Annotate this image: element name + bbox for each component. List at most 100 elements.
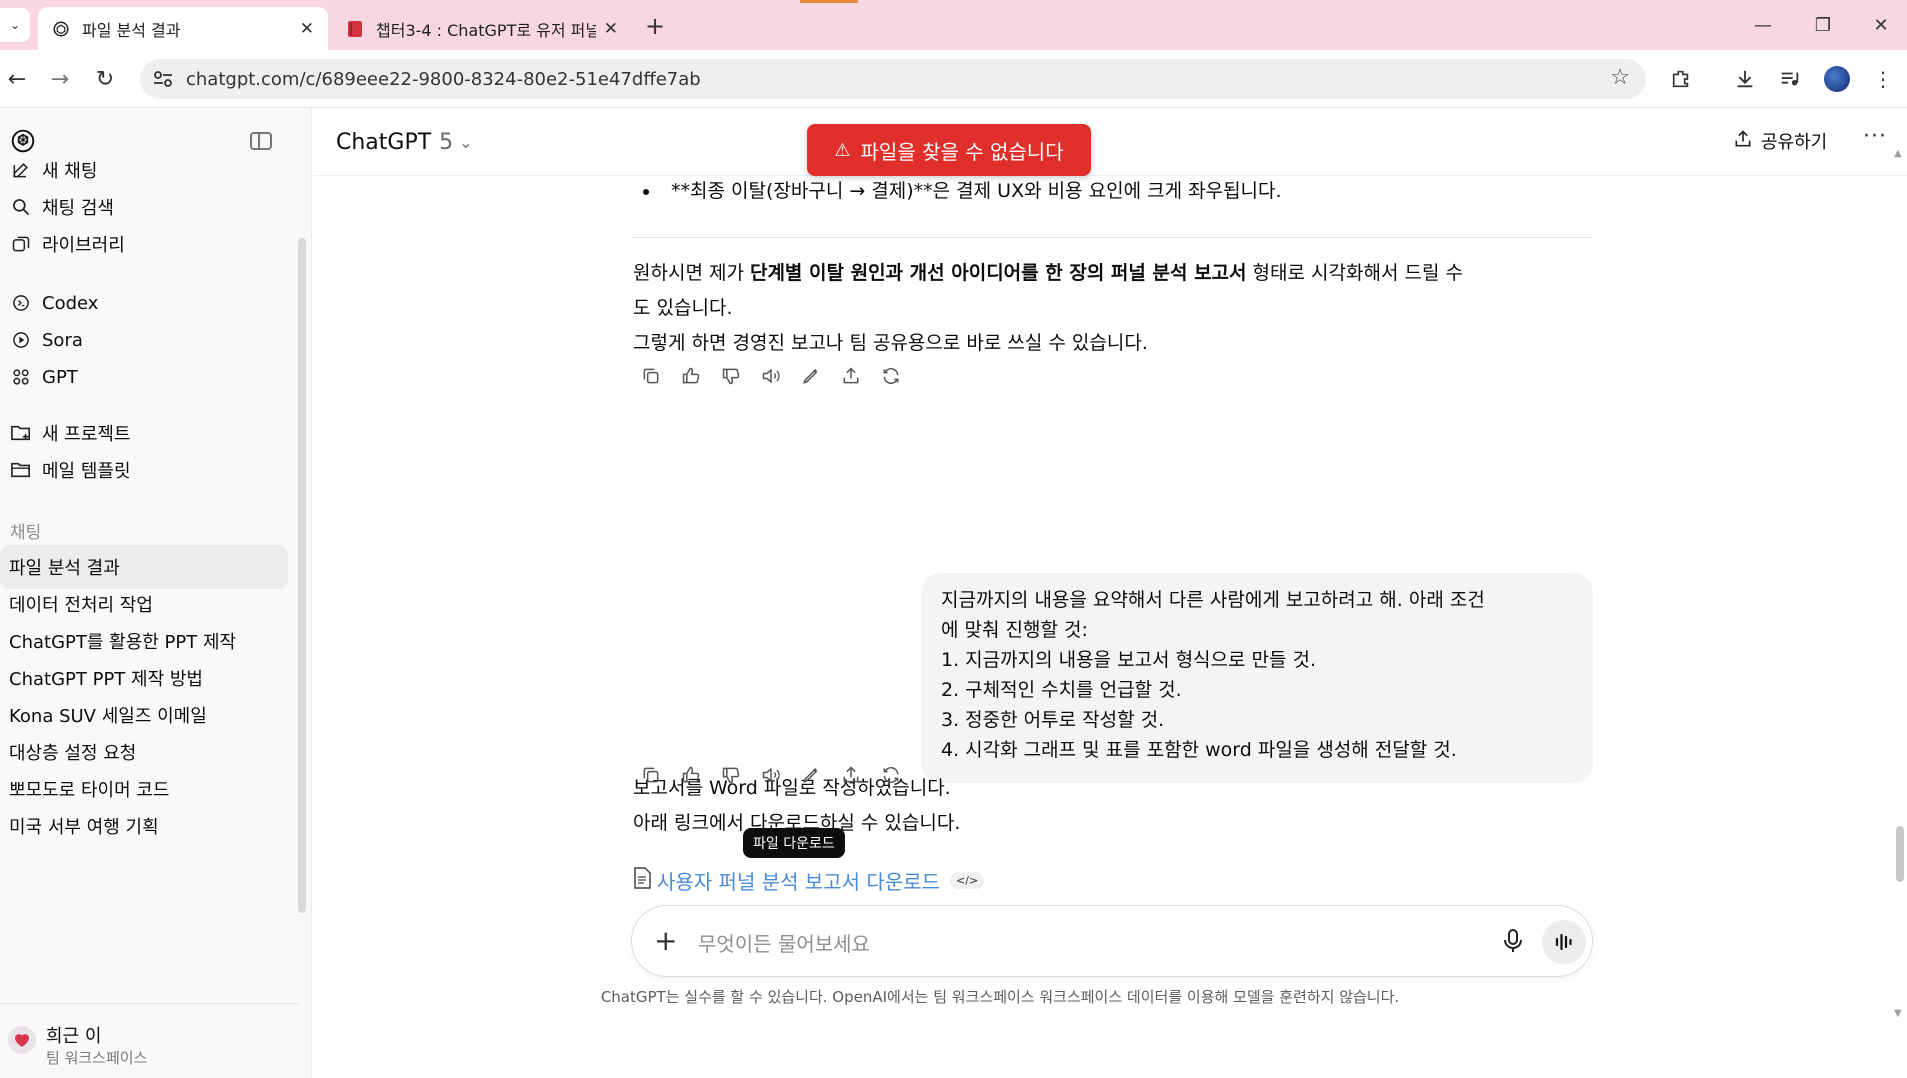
avatar: [8, 1026, 36, 1054]
list-item: 4. 시각화 그래프 및 표를 포함한 word 파일을 생성해 전달할 것.: [941, 739, 1457, 761]
share-icon: [1733, 129, 1753, 154]
share-icon[interactable]: [831, 761, 871, 789]
microphone-icon[interactable]: [1502, 928, 1524, 958]
model-name: ChatGPT: [336, 130, 432, 155]
sidebar-item-mail-template[interactable]: 메일 템플릿: [10, 452, 288, 488]
main-scrollbar[interactable]: [1896, 826, 1904, 882]
share-button[interactable]: 공유하기: [1733, 128, 1827, 154]
download-link-text[interactable]: 사용자 퍼널 분석 보고서 다운로드: [657, 866, 940, 895]
thumbs-down-icon[interactable]: [711, 362, 751, 390]
list-item: 3. 정중한 어투로 작성할 것.: [941, 709, 1165, 731]
chatgpt-favicon-icon: [52, 20, 70, 38]
message-line: 에 맞춰 진행할 것:: [941, 619, 1088, 641]
sidebar-toggle-icon[interactable]: [250, 132, 272, 150]
extensions-icon[interactable]: [1666, 64, 1696, 94]
new-tab-button[interactable]: +: [640, 12, 670, 40]
thumbs-down-icon[interactable]: [711, 761, 751, 789]
text-span: 형태로 시각화해서 드릴 수: [1246, 262, 1463, 284]
sidebar-item-new-project[interactable]: 새 프로젝트: [10, 415, 288, 451]
edit-canvas-icon[interactable]: [791, 761, 831, 789]
message-line: 도 있습니다.: [633, 297, 733, 319]
profile-avatar[interactable]: [1824, 66, 1850, 92]
browser-tab-inactive[interactable]: 챕터3-4 : ChatGPT로 유저 퍼널 ✕: [332, 7, 632, 50]
scroll-up-arrow-icon[interactable]: ▲: [1894, 148, 1902, 159]
download-icon[interactable]: [1730, 64, 1760, 94]
chevron-down-icon: ⌄: [9, 18, 21, 32]
regenerate-icon[interactable]: [871, 362, 911, 390]
sidebar-item-gpt[interactable]: GPT: [10, 359, 288, 395]
book-favicon-icon: [346, 20, 364, 38]
voice-wave-icon: [1555, 933, 1572, 951]
sidebar-item-label: Sora: [42, 329, 83, 351]
scroll-down-arrow-icon[interactable]: ▼: [1894, 1008, 1902, 1019]
minimize-icon[interactable]: —: [1738, 8, 1788, 42]
sidebar-item-library[interactable]: 라이브러리: [10, 226, 288, 262]
copy-icon[interactable]: [631, 761, 671, 789]
share-label: 공유하기: [1761, 132, 1828, 153]
toast-message: 파일을 찾을 수 없습니다: [860, 139, 1064, 164]
divider: [633, 237, 1593, 238]
user-name: 희근 이: [46, 1026, 102, 1047]
new-folder-icon: [10, 422, 32, 444]
browser-toolbar: ← → ↻ chatgpt.com/c/689eee22-9800-8324-8…: [0, 50, 1907, 108]
address-bar[interactable]: chatgpt.com/c/689eee22-9800-8324-80e2-51…: [140, 59, 1646, 99]
download-link[interactable]: 사용자 퍼널 분석 보고서 다운로드 </>: [633, 866, 985, 895]
chevron-down-icon: ⌄: [459, 133, 473, 152]
window-close-icon[interactable]: ✕: [1856, 8, 1906, 42]
message-composer[interactable]: + 무엇이든 물어보세요: [631, 905, 1593, 977]
sidebar-item-label: 새 채팅: [42, 161, 98, 182]
sidebar-item-search[interactable]: 채팅 검색: [10, 189, 288, 225]
thumbs-up-icon[interactable]: [671, 761, 711, 789]
browser-menu-icon[interactable]: ⋮: [1868, 64, 1898, 94]
share-icon[interactable]: [831, 362, 871, 390]
text-span: 원하시면 제가: [633, 262, 750, 284]
close-icon[interactable]: ✕: [300, 19, 314, 39]
read-aloud-icon[interactable]: [751, 761, 791, 789]
voice-mode-button[interactable]: [1542, 920, 1586, 964]
sidebar-chat-item[interactable]: 미국 서부 여행 기획: [0, 804, 288, 848]
tab-title: 챕터3-4 : ChatGPT로 유저 퍼널: [376, 20, 596, 40]
chat-header: ChatGPT 5 ⌄ 공유하기 ···: [313, 108, 1907, 176]
bold-text: 단계별 이탈 원인과 개선 아이디어를 한 장의 퍼널 분석 보고서: [749, 262, 1247, 284]
message-line: 지금까지의 내용을 요약해서 다른 사람에게 보고하려고 해. 아래 조건: [941, 589, 1485, 611]
edit-canvas-icon[interactable]: [791, 362, 831, 390]
sidebar-scrollbar[interactable]: [298, 238, 306, 913]
site-settings-icon[interactable]: [152, 69, 174, 94]
user-workspace: 팀 워크스페이스: [46, 1049, 148, 1067]
list-item: 2. 구체적인 수치를 언급할 것.: [941, 679, 1182, 701]
sidebar-item-codex[interactable]: Codex: [10, 285, 288, 321]
restore-icon[interactable]: ❐: [1798, 8, 1848, 42]
sidebar: 새 채팅 채팅 검색 라이브러리 Codex Sora GPT 새 프로젝트 메…: [0, 108, 312, 1078]
folder-icon: [10, 459, 32, 481]
more-options-icon[interactable]: ···: [1863, 124, 1887, 149]
sidebar-section-chats: 채팅: [10, 523, 42, 543]
read-aloud-icon[interactable]: [751, 362, 791, 390]
sidebar-item-sora[interactable]: Sora: [10, 322, 288, 358]
model-selector[interactable]: ChatGPT 5 ⌄: [336, 130, 473, 155]
thumbs-up-icon[interactable]: [671, 362, 711, 390]
error-toast: ⚠ 파일을 찾을 수 없습니다: [807, 124, 1091, 176]
close-icon[interactable]: ✕: [604, 19, 618, 39]
library-icon: [10, 233, 32, 255]
openai-logo-icon[interactable]: [10, 128, 36, 154]
browser-tab-active[interactable]: 파일 분석 결과 ✕: [38, 7, 328, 50]
sidebar-user-profile[interactable]: 희근 이 팀 워크스페이스: [0, 1003, 300, 1078]
plus-icon[interactable]: +: [654, 924, 677, 957]
sidebar-item-new-chat[interactable]: 새 채팅: [10, 152, 288, 188]
document-icon: [633, 867, 651, 894]
gpt-grid-icon: [10, 366, 32, 388]
reload-icon[interactable]: ↻: [90, 64, 120, 94]
sidebar-item-label: 라이브러리: [42, 235, 125, 256]
media-control-icon[interactable]: [1775, 64, 1805, 94]
message-actions: [631, 362, 911, 390]
tab-search-button[interactable]: ⌄: [0, 8, 30, 42]
copy-icon[interactable]: [631, 362, 671, 390]
composer-placeholder[interactable]: 무엇이든 물어보세요: [698, 928, 870, 957]
forward-icon[interactable]: →: [45, 64, 75, 94]
bookmark-star-icon[interactable]: ☆: [1610, 65, 1630, 90]
url-text: chatgpt.com/c/689eee22-9800-8324-80e2-51…: [186, 68, 701, 90]
sora-icon: [10, 329, 32, 351]
back-icon[interactable]: ←: [2, 64, 32, 94]
regenerate-icon[interactable]: [871, 761, 911, 789]
code-badge[interactable]: </>: [950, 872, 985, 889]
